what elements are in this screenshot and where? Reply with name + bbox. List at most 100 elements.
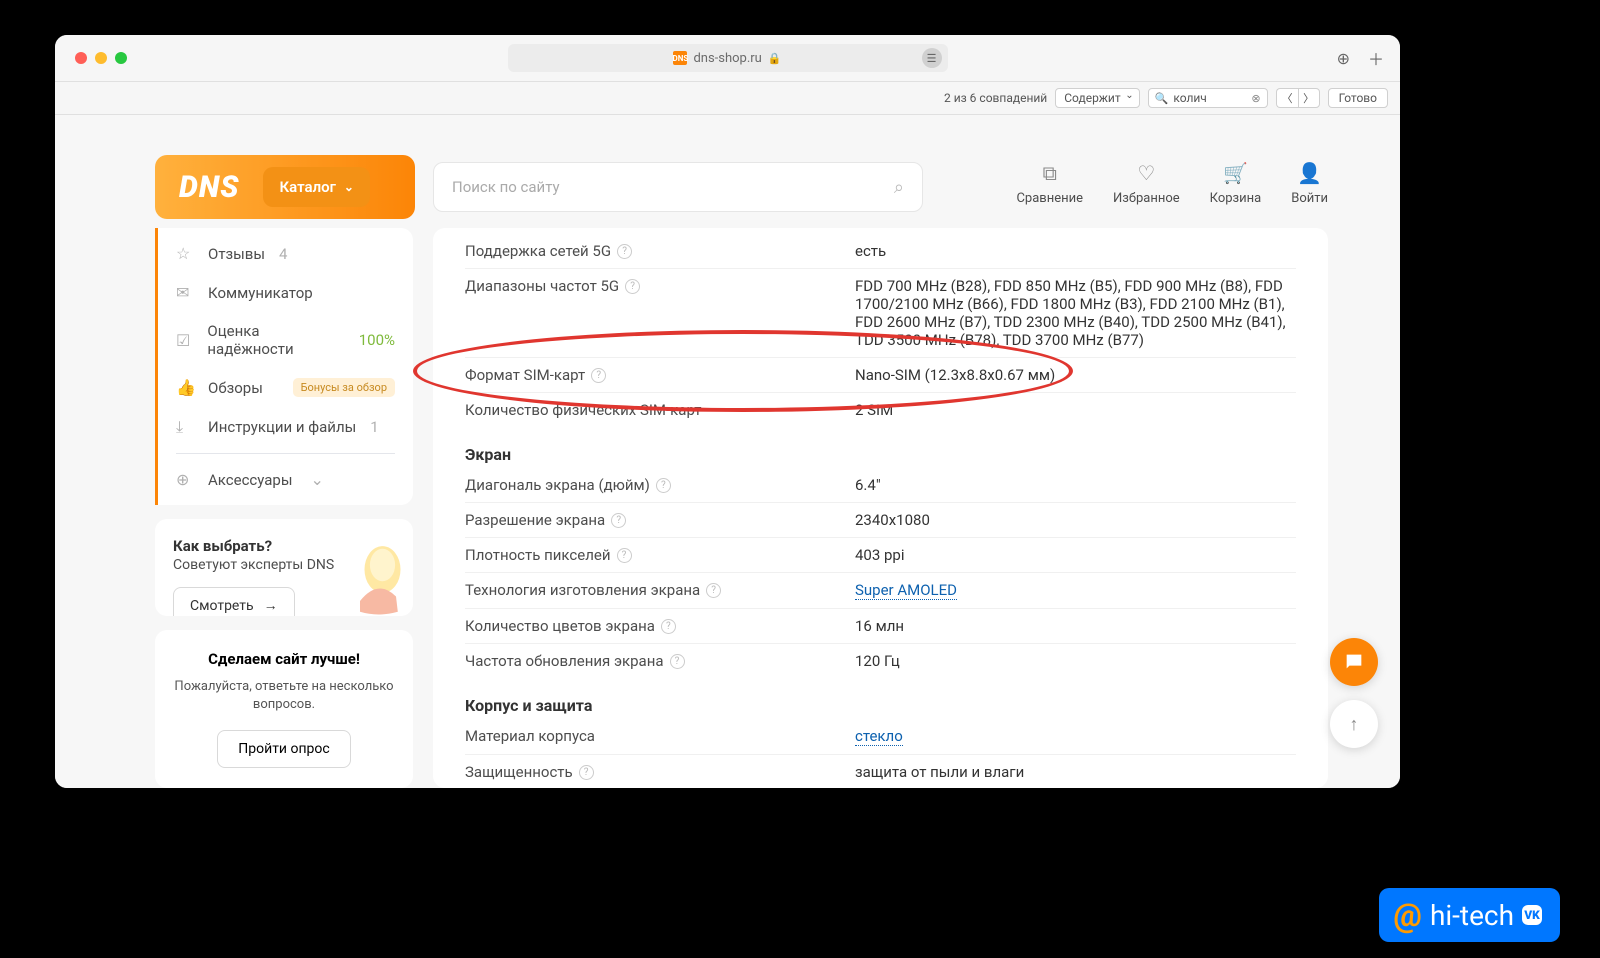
help-icon[interactable]: ?: [661, 619, 676, 634]
spec-value: защита от пыли и влаги: [855, 763, 1296, 781]
spec-value-link[interactable]: стекло: [855, 727, 903, 746]
search-input[interactable]: Поиск по сайту ⌕: [433, 162, 923, 212]
cart-label: Корзина: [1210, 191, 1262, 206]
cart-link[interactable]: 🛒Корзина: [1210, 161, 1262, 206]
page-viewport: DNS Каталог ⌄ Поиск по сайту ⌕ ⧉ Сравнени…: [55, 115, 1400, 788]
find-done-button[interactable]: Готово: [1328, 88, 1388, 108]
help-icon[interactable]: ?: [617, 244, 632, 259]
login-link[interactable]: 👤Войти: [1291, 161, 1328, 206]
find-prev-button[interactable]: 〈: [1276, 88, 1298, 108]
search-icon: 🔍: [1155, 92, 1169, 105]
spec-value-link[interactable]: Super AMOLED: [855, 581, 957, 600]
survey-title: Сделаем сайт лучше!: [173, 650, 395, 668]
help-icon[interactable]: ?: [656, 478, 671, 493]
spec-label: Количество цветов экрана?: [465, 617, 855, 635]
spec-label: Технология изготовления экрана?: [465, 581, 855, 599]
thumb-icon: 👍: [176, 378, 194, 397]
address-domain: dns-shop.ru: [693, 51, 761, 66]
logo-catalog-bar: DNS Каталог ⌄: [155, 155, 415, 219]
find-bar: 2 из 6 совпадений Содержит 🔍 колич ⊗ 〈 〉…: [55, 82, 1400, 115]
sidebar-item-reviews2[interactable]: 👍 Обзоры Бонусы за обзор: [158, 368, 413, 407]
catalog-button[interactable]: Каталог ⌄: [263, 167, 370, 207]
promo-button[interactable]: Смотреть →: [173, 587, 295, 616]
help-icon[interactable]: ?: [611, 513, 626, 528]
help-icon[interactable]: ?: [670, 654, 685, 669]
star-icon: ☆: [176, 244, 194, 263]
reader-icon[interactable]: ☰: [922, 48, 942, 68]
help-icon[interactable]: ?: [591, 368, 606, 383]
close-icon[interactable]: [75, 52, 87, 64]
spec-row: Поддержка сетей 5G?есть: [465, 234, 1296, 268]
spec-row: Диагональ экрана (дюйм)?6.4": [465, 468, 1296, 502]
spec-value: есть: [855, 242, 1296, 260]
chat-button[interactable]: [1330, 638, 1378, 686]
site-logo[interactable]: DNS: [155, 170, 263, 205]
promo-button-label: Смотреть: [190, 598, 254, 614]
sidebar-item-communicator[interactable]: ✉ Коммуникатор: [158, 273, 413, 312]
compare-link[interactable]: ⧉ Сравнение: [1016, 161, 1083, 206]
spec-row: Диапазоны частот 5G?FDD 700 MHz (B28), F…: [465, 268, 1296, 357]
find-input[interactable]: 🔍 колич ⊗: [1148, 88, 1268, 108]
find-nav: 〈 〉: [1276, 88, 1320, 108]
spec-label: Формат SIM-карт?: [465, 366, 855, 384]
site-favicon: DNS: [673, 51, 687, 65]
survey-text: Пожалуйста, ответьте на несколько вопрос…: [173, 678, 395, 714]
spec-label: Плотность пикселей?: [465, 546, 855, 564]
spec-row: Частота обновления экрана?120 Гц: [465, 643, 1296, 678]
section-heading-screen: Экран: [465, 427, 1296, 468]
favorites-label: Избранное: [1113, 191, 1180, 206]
help-icon[interactable]: ?: [617, 548, 632, 563]
search-placeholder: Поиск по сайту: [452, 178, 560, 196]
spec-value: Nano-SIM (12.3x8.8x0.67 мм): [855, 366, 1296, 384]
chevron-down-icon: ⌄: [344, 180, 354, 194]
divider: [176, 453, 395, 454]
help-icon[interactable]: ?: [579, 765, 594, 780]
plus-icon: ⊕: [176, 470, 194, 489]
spec-label: Диагональ экрана (дюйм)?: [465, 476, 855, 494]
sidebar-item-count: 1: [370, 418, 378, 436]
help-icon[interactable]: ?: [706, 583, 721, 598]
spec-row: Защищенность?защита от пыли и влаги: [465, 754, 1296, 788]
spec-row: Количество цветов экрана?16 млн: [465, 608, 1296, 643]
spec-row: Технология изготовления экрана?Super AMO…: [465, 572, 1296, 608]
sidebar-item-accessories[interactable]: ⊕ Аксессуары ⌄: [158, 460, 413, 499]
browser-window: DNS dns-shop.ru 🔒 ☰ ⊕ ＋ 2 из 6 совпадени…: [55, 35, 1400, 788]
sidebar-item-reliability[interactable]: ☑ Оценка надёжности 100%: [158, 312, 413, 368]
sidebar-item-label: Инструкции и файлы: [208, 418, 356, 436]
favorites-link[interactable]: ♡ Избранное: [1113, 161, 1180, 206]
scroll-top-button[interactable]: ↑: [1330, 700, 1378, 748]
chat-icon: ✉: [176, 283, 194, 302]
address-bar[interactable]: DNS dns-shop.ru 🔒 ☰: [508, 44, 948, 72]
sidebar-item-count: 4: [279, 245, 287, 263]
new-tab-icon[interactable]: ＋: [1368, 46, 1384, 70]
survey-card: Сделаем сайт лучше! Пожалуйста, ответьте…: [155, 630, 413, 788]
spec-row: Разрешение экрана?2340x1080: [465, 502, 1296, 537]
downloads-icon[interactable]: ⊕: [1337, 49, 1350, 68]
spec-row: Количество физических SIM-карт2 SIM: [465, 392, 1296, 427]
compare-icon: ⧉: [1043, 161, 1057, 185]
spec-label: Поддержка сетей 5G?: [465, 242, 855, 260]
search-icon[interactable]: ⌕: [894, 177, 904, 198]
find-mode-select[interactable]: Содержит: [1055, 88, 1139, 108]
fullscreen-icon[interactable]: [115, 52, 127, 64]
minimize-icon[interactable]: [95, 52, 107, 64]
survey-button[interactable]: Пройти опрос: [217, 730, 350, 768]
sidebar-item-label: Оценка надёжности: [207, 322, 344, 358]
download-icon: ⤓: [176, 417, 194, 437]
sidebar-item-reviews[interactable]: ☆ Отзывы 4: [158, 234, 413, 273]
clear-icon[interactable]: ⊗: [1251, 92, 1260, 105]
spec-pane: Поддержка сетей 5G?естьДиапазоны частот …: [433, 228, 1328, 788]
sidebar-item-files[interactable]: ⤓ Инструкции и файлы 1: [158, 407, 413, 447]
heart-icon: ♡: [1137, 161, 1155, 185]
section-heading-body: Корпус и защита: [465, 678, 1296, 719]
watermark-badge: @ hi-tech VK: [1379, 888, 1560, 942]
help-icon[interactable]: ?: [625, 279, 640, 294]
bonus-badge: Бонусы за обзор: [293, 378, 395, 397]
lock-icon: 🔒: [768, 52, 782, 65]
sidebar: ☆ Отзывы 4 ✉ Коммуникатор ☑ Оценка надёж…: [155, 228, 413, 788]
compare-label: Сравнение: [1016, 191, 1083, 206]
vk-icon: VK: [1522, 905, 1542, 925]
spec-row: Формат SIM-карт?Nano-SIM (12.3x8.8x0.67 …: [465, 357, 1296, 392]
spec-label: Разрешение экрана?: [465, 511, 855, 529]
find-next-button[interactable]: 〉: [1298, 88, 1320, 108]
